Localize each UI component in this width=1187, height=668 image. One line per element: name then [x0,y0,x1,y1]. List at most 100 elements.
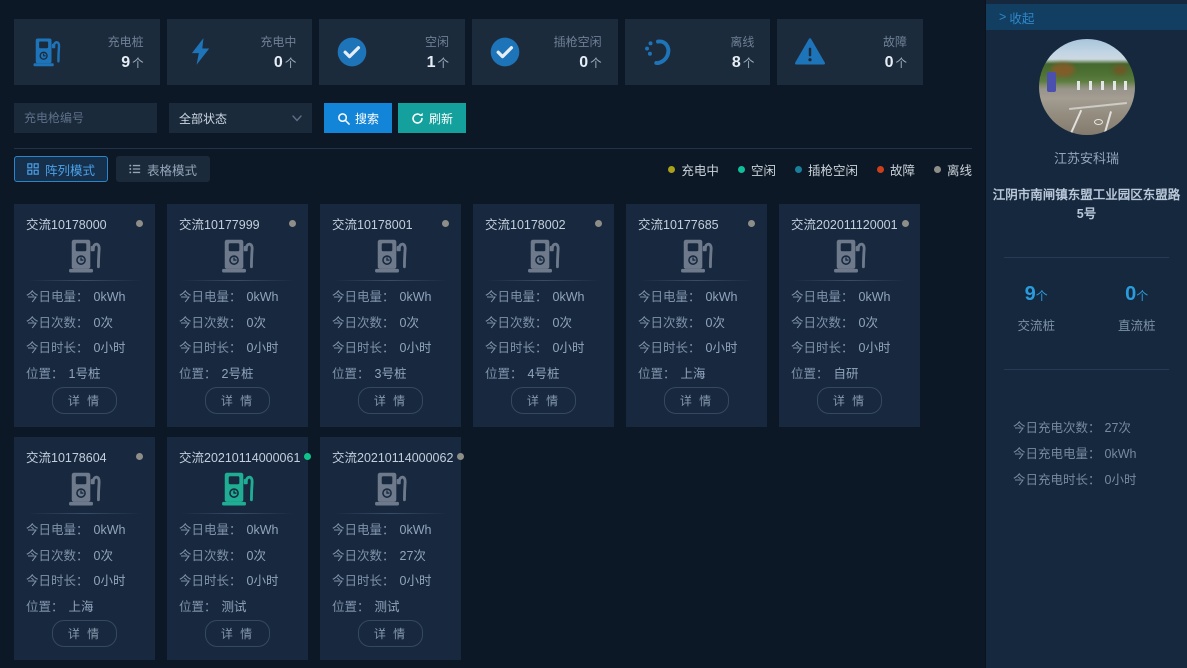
ac-pile-count: 9个 交流桩 [986,283,1087,334]
station-panel: > 收起 江苏安科瑞 江阴市南闸镇东盟工业园区东盟路5号 9个 交流桩 0个 直… [985,0,1187,668]
detail-button[interactable]: 详 情 [358,620,423,647]
status-summary-card: 空闲 1个 [319,19,465,85]
pile-stat-line: 今日次数：0次 [179,311,296,337]
tab-grid-mode[interactable]: 阵列模式 [14,156,108,182]
pile-stat-line: 今日电量：0kWh [332,285,449,311]
stat-value: 0个 [883,54,907,72]
legend-item: 故障 [877,160,915,179]
status-legend: 充电中 空闲 插枪空闲 故障 离线 [668,160,972,179]
detail-button[interactable]: 详 情 [52,387,117,414]
pile-stat-line: 位置：测试 [332,595,449,621]
pile-stat-line: 今日电量：0kWh [485,285,602,311]
search-button[interactable]: 搜索 [324,103,392,133]
pile-status-dot [304,453,311,460]
card-divider [487,280,600,281]
station-name: 江苏安科瑞 [986,148,1187,167]
card-divider [334,513,447,514]
legend-label: 离线 [947,160,972,179]
view-mode-row: 阵列模式 表格模式 充电中 空闲 插枪空闲 故障 离线 [14,156,972,182]
today-stat-line: 今日充电电量：0kWh [1013,441,1187,467]
legend-dot [738,166,745,173]
pile-card: 交流20210114000062 今日电量：0kWh 今日次数：27次 今日时长… [320,437,461,660]
legend-item: 充电中 [668,160,719,179]
charging-pile-icon [57,471,113,506]
card-divider [181,513,294,514]
detail-button[interactable]: 详 情 [358,387,423,414]
pile-stat-line: 今日时长：0小时 [332,569,449,595]
pile-card: 交流10178604 今日电量：0kWh 今日次数：0次 今日时长：0小时 位置… [14,437,155,660]
photo-tree [1113,65,1127,75]
stat-value: 0个 [260,54,296,72]
pile-card-title: 交流20210114000062 [332,447,453,466]
charging-pile-icon [669,238,725,273]
legend-label: 故障 [890,160,915,179]
plug-offline-icon [643,37,673,67]
status-select[interactable]: 全部状态 [169,103,312,133]
charging-pile-icon [516,238,572,273]
pile-card-title: 交流10178000 [26,214,107,233]
tab-table-mode[interactable]: 表格模式 [116,156,210,182]
grid-mode-icon [27,163,39,175]
pile-card-title: 交流10178604 [26,447,107,466]
stat-label: 充电桩 [108,33,144,50]
stat-label: 插枪空闲 [554,33,602,50]
charging-pile-icon [363,238,419,273]
pile-status-dot [902,220,909,227]
card-divider [181,280,294,281]
photo-post [1089,81,1092,90]
pile-stat-line: 今日时长：0小时 [791,336,908,362]
collapse-chevron-icon: > [999,10,1006,24]
pile-card-title: 交流202011120001 [791,214,898,233]
pile-card-title: 交流10178001 [332,214,413,233]
stat-label: 充电中 [260,33,296,50]
pile-card: 交流10177999 今日电量：0kWh 今日次数：0次 今日时长：0小时 位置… [167,204,308,427]
pile-stat-line: 今日电量：0kWh [26,285,143,311]
photo-road-line [1069,110,1081,135]
detail-button[interactable]: 详 情 [205,387,270,414]
legend-item: 空闲 [738,160,776,179]
pile-card-title: 交流20210114000061 [179,447,300,466]
pile-stat-line: 今日次数：27次 [332,544,449,570]
photo-post [1113,81,1116,90]
pile-card: 交流202011120001 今日电量：0kWh 今日次数：0次 今日时长：0小… [779,204,920,427]
pile-stat-line: 今日时长：0小时 [26,569,143,595]
pile-card-title: 交流10178002 [485,214,566,233]
collapse-panel-button[interactable]: > 收起 [986,4,1187,30]
pile-stat-line: 位置：测试 [179,595,296,621]
today-stat-line: 今日充电次数：27次 [1013,415,1187,441]
status-summary-card: 故障 0个 [777,19,923,85]
stat-value: 0个 [554,54,602,72]
card-divider [334,280,447,281]
pile-stat-line: 今日电量：0kWh [791,285,908,311]
pile-status-dot [595,220,602,227]
warning-icon [795,37,825,67]
charging-pile-icon [210,238,266,273]
pile-stat-line: 今日电量：0kWh [332,518,449,544]
detail-button[interactable]: 详 情 [511,387,576,414]
pile-stat-line: 今日时长：0小时 [485,336,602,362]
pile-stat-line: 位置：自研 [791,362,908,388]
pile-stat-line: 今日次数：0次 [26,544,143,570]
pile-counts: 9个 交流桩 0个 直流桩 [986,283,1187,334]
collapse-label: 收起 [1009,8,1034,27]
photo-post [1077,81,1080,90]
status-summary-row: 充电桩 9个 充电中 0个 空闲 1个 插枪空闲 0个 离线 8个 [14,19,923,85]
stat-label: 空闲 [425,33,449,50]
pile-stat-line: 位置：1号桩 [26,362,143,388]
gun-number-input[interactable] [14,103,157,133]
detail-button[interactable]: 详 情 [205,620,270,647]
check-circle-icon [337,37,367,67]
today-stat-line: 今日充电时长：0小时 [1013,467,1187,493]
pile-stat-line: 今日时长：0小时 [332,336,449,362]
pile-card-title: 交流10177999 [179,214,260,233]
panel-divider [1004,369,1169,370]
pile-stat-line: 今日时长：0小时 [26,336,143,362]
detail-button[interactable]: 详 情 [664,387,729,414]
detail-button[interactable]: 详 情 [52,620,117,647]
refresh-button[interactable]: 刷新 [398,103,466,133]
lightning-icon [185,37,215,67]
status-summary-card: 离线 8个 [625,19,771,85]
section-divider [14,148,972,149]
legend-dot [934,166,941,173]
detail-button[interactable]: 详 情 [817,387,882,414]
